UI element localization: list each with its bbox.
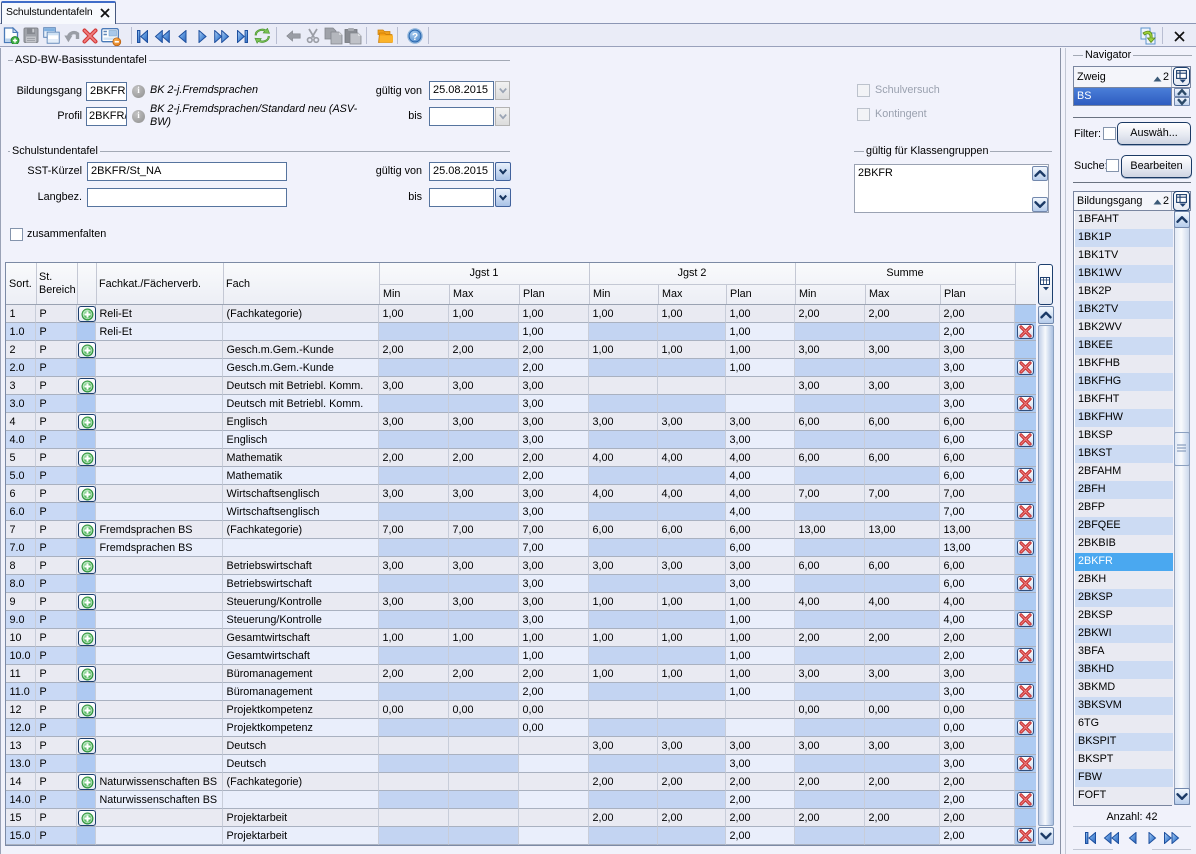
svg-text:?: ? [412,32,418,43]
